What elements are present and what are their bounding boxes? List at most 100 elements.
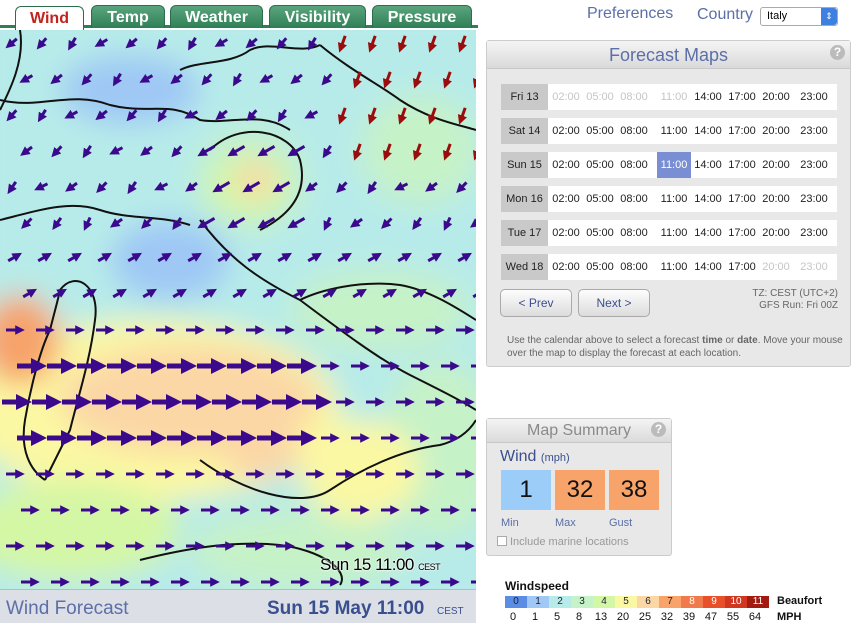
calendar-time-slot[interactable]: 23:00 — [797, 186, 831, 212]
gust-label: Gust — [609, 517, 633, 529]
legend-beaufort-label: Beaufort — [777, 595, 823, 607]
calendar-time-slot[interactable]: 05:00 — [583, 152, 617, 178]
legend-beaufort-cell: 5 — [615, 596, 637, 608]
gfs-run-line: GFS Run: Fri 00Z — [759, 300, 838, 311]
calendar-time-slot[interactable]: 20:00 — [759, 118, 793, 144]
legend-mph-value: 8 — [575, 611, 583, 623]
calendar-time-slot[interactable]: 11:00 — [657, 118, 691, 144]
include-marine-checkbox[interactable]: Include marine locations — [497, 536, 629, 548]
help-icon[interactable]: ? — [651, 422, 666, 437]
max-value-box: 32 — [555, 470, 605, 510]
calendar-time-slot[interactable]: 23:00 — [797, 84, 831, 110]
calendar-time-slot[interactable]: 11:00 — [657, 254, 691, 280]
calendar-row: Sat 14 02:00 05:00 08:00 11:00 14:00 17:00 20:0… — [501, 118, 837, 144]
calendar-time-slot[interactable]: 11:00 — [657, 220, 691, 246]
calendar-time-slot[interactable]: 14:00 — [691, 186, 725, 212]
calendar-time-slot[interactable]: 17:00 — [725, 152, 759, 178]
legend-beaufort-cell: 6 — [637, 596, 659, 608]
map-footer: Wind Forecast Sun 15 May 11:00 CEST — [0, 589, 476, 623]
calendar-time-slot[interactable]: 17:00 — [725, 84, 759, 110]
calendar-time-slot[interactable]: 20:00 — [759, 186, 793, 212]
calendar-time-slot[interactable]: 08:00 — [617, 118, 651, 144]
forecast-panel-title: Forecast Maps — [608, 45, 729, 65]
wind-map[interactable]: Sun 15 11:00 CEST — [0, 30, 476, 589]
legend-beaufort-cell: 0 — [505, 596, 527, 608]
calendar-time-slot[interactable]: 17:00 — [725, 186, 759, 212]
calendar-time-slot[interactable]: 14:00 — [691, 84, 725, 110]
legend-beaufort-cell: 3 — [571, 596, 593, 608]
calendar-time-slot[interactable]: 02:00 — [549, 220, 583, 246]
checkbox-icon[interactable] — [497, 536, 507, 546]
calendar-time-slot[interactable]: 02:00 — [549, 254, 583, 280]
calendar-time-slot[interactable]: 17:00 — [725, 220, 759, 246]
tab-pressure[interactable]: Pressure — [372, 5, 472, 28]
summary-title: Map Summary — [526, 422, 632, 439]
calendar-time-slot: 02:00 — [552, 91, 580, 103]
calendar-time-slot[interactable]: 02:00 — [549, 118, 583, 144]
tab-weather[interactable]: Weather — [170, 5, 263, 28]
map-summary-panel: Map Summary ? Wind (mph) 1 32 38 Min Max… — [486, 418, 672, 556]
calendar-time-slot[interactable]: 02:00 — [549, 186, 583, 212]
calendar-time-slot[interactable]: 17:00 — [725, 118, 759, 144]
calendar-day-label: Tue 17 — [501, 220, 548, 246]
tz-line: TZ: CEST (UTC+2) — [752, 288, 838, 299]
legend-title: Windspeed — [505, 579, 569, 593]
tab-wind[interactable]: Wind — [15, 6, 84, 30]
next-button[interactable]: Next > — [578, 289, 650, 317]
tab-visibility[interactable]: Visibility — [269, 5, 366, 28]
gust-value-box: 38 — [609, 470, 659, 510]
tab-temp[interactable]: Temp — [91, 5, 165, 28]
calendar-time-slot[interactable]: 23:00 — [797, 118, 831, 144]
min-label: Min — [501, 517, 519, 529]
calendar-time-slot[interactable]: 23:00 — [797, 152, 831, 178]
calendar-row: Mon 16 02:00 05:00 08:00 11:00 14:00 17:00 20:0… — [501, 186, 837, 212]
legend-mph-value: 64 — [748, 611, 762, 623]
calendar-time-slot[interactable]: 17:00 — [725, 254, 759, 280]
country-label: Country — [697, 6, 754, 23]
footer-date: Sun 15 May 11:00 — [267, 598, 425, 619]
calendar-day-label: Sun 15 — [501, 152, 548, 178]
legend-beaufort-cell: 8 — [681, 596, 703, 608]
calendar-row: Wed 18 02:00 05:00 08:00 11:00 14:00 17:00 20:0… — [501, 254, 837, 280]
calendar-time-slot[interactable]: 05:00 — [583, 254, 617, 280]
country-select[interactable]: Italy ⇕ — [760, 7, 838, 26]
legend-mph-value: 55 — [726, 611, 740, 623]
calendar-time-slot[interactable]: 02:00 — [549, 152, 583, 178]
calendar-time-slot[interactable]: 08:00 — [617, 152, 651, 178]
calendar-time-slot[interactable]: 05:00 — [583, 220, 617, 246]
calendar-time-slot[interactable]: 20:00 — [759, 84, 793, 110]
calendar-day-label: Mon 16 — [501, 186, 548, 212]
prev-button[interactable]: < Prev — [500, 289, 572, 317]
wind-map-canvas — [0, 30, 476, 589]
calendar-time-slot: 05:00 — [586, 91, 614, 103]
calendar-time-slot[interactable]: 08:00 — [617, 186, 651, 212]
legend-beaufort-cell: 10 — [725, 596, 747, 608]
legend-mph-value: 20 — [616, 611, 630, 623]
calendar-time-slot[interactable]: 05:00 — [583, 118, 617, 144]
max-label: Max — [555, 517, 576, 529]
legend-beaufort-cell: 11 — [747, 596, 769, 608]
calendar-time-slot[interactable]: 11:00 — [657, 152, 691, 178]
calendar-time-slot[interactable]: 05:00 — [583, 186, 617, 212]
select-chevron-icon: ⇕ — [821, 8, 837, 25]
calendar-time-slot[interactable]: 08:00 — [617, 254, 651, 280]
timezone-info: TZ: CEST (UTC+2) GFS Run: Fri 00Z — [752, 288, 838, 312]
calendar-time-slot[interactable]: 14:00 — [691, 118, 725, 144]
calendar-time-slot[interactable]: 14:00 — [691, 220, 725, 246]
preferences-link[interactable]: Preferences — [587, 5, 673, 23]
calendar-row: Tue 17 02:00 05:00 08:00 11:00 14:00 17:00 20:0… — [501, 220, 837, 246]
legend-mph-value: 13 — [594, 611, 608, 623]
calendar-time-slot: 11:00 — [660, 91, 688, 103]
map-type-tabs: Wind Temp Weather Visibility Pressure — [0, 0, 478, 30]
calendar-time-slot[interactable]: 14:00 — [691, 254, 725, 280]
calendar-time-slot[interactable]: 20:00 — [759, 152, 793, 178]
calendar-time-slot[interactable]: 11:00 — [657, 186, 691, 212]
calendar-time-slot[interactable]: 20:00 — [759, 220, 793, 246]
min-value-box: 1 — [501, 470, 551, 510]
calendar-time-slot[interactable]: 14:00 — [691, 152, 725, 178]
calendar-time-slot[interactable]: 08:00 — [617, 220, 651, 246]
help-icon[interactable]: ? — [830, 45, 845, 60]
legend-mph-value: 47 — [704, 611, 718, 623]
calendar-day-label: Wed 18 — [501, 254, 548, 280]
calendar-time-slot[interactable]: 23:00 — [797, 220, 831, 246]
